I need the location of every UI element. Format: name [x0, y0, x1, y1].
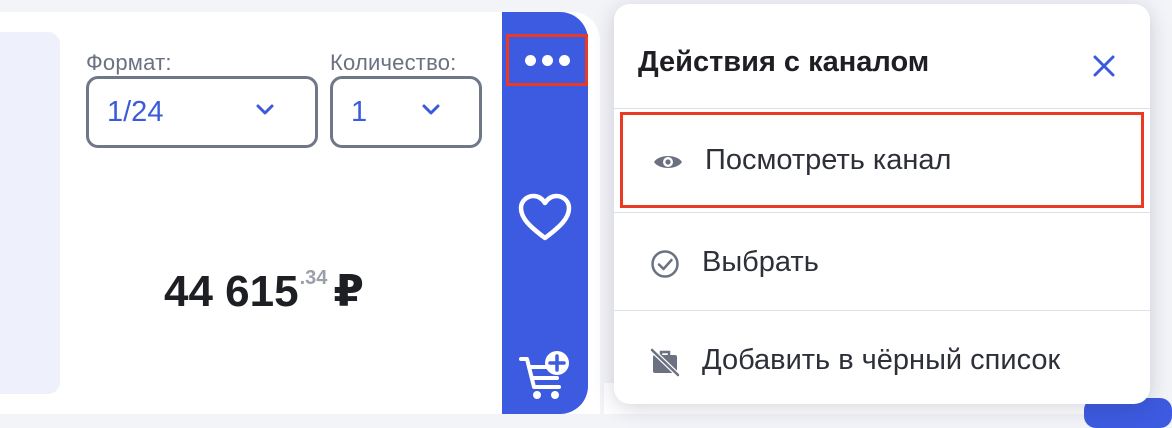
chevron-down-icon	[256, 104, 274, 115]
eye-icon	[653, 147, 683, 177]
quantity-select[interactable]: 1	[330, 76, 482, 148]
divider	[614, 108, 1150, 109]
channel-info-panel	[0, 32, 60, 394]
chevron-down-icon	[422, 104, 440, 115]
close-icon	[1093, 55, 1115, 77]
price-main: 44 615	[164, 267, 299, 316]
cart-add-icon	[519, 351, 569, 399]
price-currency: ₽	[333, 267, 365, 316]
price: 44 615.34 ₽	[164, 266, 364, 317]
heart-icon	[518, 193, 572, 241]
menu-item-label: Добавить в чёрный список	[702, 344, 1061, 376]
more-dots-icon	[524, 54, 570, 66]
price-fraction: .34	[299, 267, 328, 289]
format-select[interactable]: 1/24	[86, 76, 318, 148]
close-button[interactable]	[1086, 48, 1122, 84]
check-circle-icon	[650, 249, 680, 279]
menu-item-label: Посмотреть канал	[705, 144, 952, 176]
channel-actions-menu: Действия с каналом Посмотреть канал Выбр…	[614, 4, 1150, 404]
menu-item-add-to-blacklist[interactable]: Добавить в чёрный список	[614, 310, 1150, 404]
menu-item-select[interactable]: Выбрать	[614, 212, 1150, 310]
menu-item-label: Выбрать	[702, 246, 819, 278]
format-value: 1/24	[107, 96, 164, 128]
more-actions-button[interactable]	[506, 34, 588, 86]
format-label: Формат:	[86, 50, 172, 75]
menu-title: Действия с каналом	[638, 46, 930, 78]
menu-item-view-channel[interactable]: Посмотреть канал	[620, 112, 1144, 208]
blocked-briefcase-icon	[650, 347, 680, 377]
channel-card: Формат: 1/24 Количество: 1 44 615.34 ₽	[0, 12, 600, 414]
card-action-bar	[502, 12, 588, 414]
favorite-button[interactable]	[510, 188, 580, 248]
add-to-cart-button[interactable]	[512, 342, 578, 408]
quantity-value: 1	[351, 96, 368, 128]
quantity-label: Количество:	[330, 50, 457, 75]
